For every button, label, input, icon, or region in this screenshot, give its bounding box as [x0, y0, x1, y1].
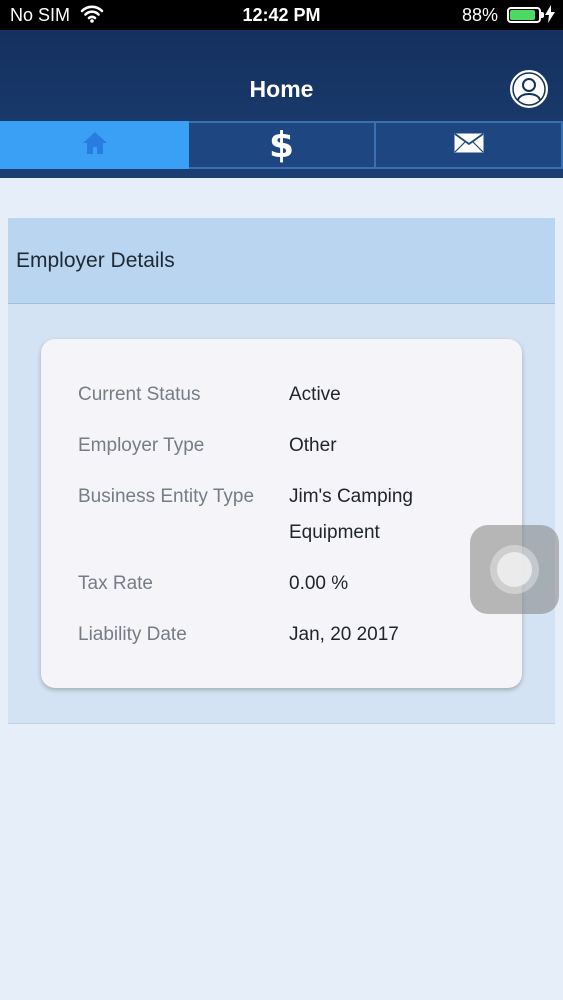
tab-payments[interactable]: $ [189, 121, 376, 169]
tab-bar: $ [0, 121, 563, 169]
user-profile-icon[interactable] [510, 70, 548, 108]
detail-label: Employer Type [78, 435, 205, 456]
detail-value: Jim's Camping Equipment [289, 486, 413, 543]
detail-label: Tax Rate [78, 573, 153, 594]
detail-label: Business Entity Type [78, 486, 255, 507]
dollar-icon: $ [268, 124, 295, 166]
employer-details-panel: Employer Details Current Status Active E… [8, 218, 555, 724]
tab-home[interactable] [0, 121, 189, 169]
page-title: Home [249, 76, 314, 102]
battery-nub [541, 12, 544, 18]
section-title: Employer Details [8, 218, 555, 304]
battery-percent: 88% [461, 5, 498, 25]
assistive-touch-button[interactable] [470, 525, 559, 614]
detail-value: Active [289, 384, 341, 405]
detail-value: Other [289, 435, 337, 456]
detail-value: 0.00 % [289, 573, 349, 594]
detail-label: Liability Date [78, 624, 187, 645]
assistive-touch-dot [497, 552, 532, 587]
battery-fill [510, 10, 535, 20]
battery-icon [507, 7, 544, 23]
tab-messages[interactable] [376, 121, 563, 169]
employer-details-card: Current Status Active Employer Type Othe… [41, 339, 522, 688]
detail-label: Current Status [78, 384, 201, 405]
detail-value: Jan, 20 2017 [289, 624, 399, 645]
home-icon [81, 130, 109, 161]
mail-icon [453, 132, 484, 158]
status-bar: No SIM 12:42 PM 88% [0, 0, 563, 30]
charging-bolt-icon [545, 5, 555, 28]
